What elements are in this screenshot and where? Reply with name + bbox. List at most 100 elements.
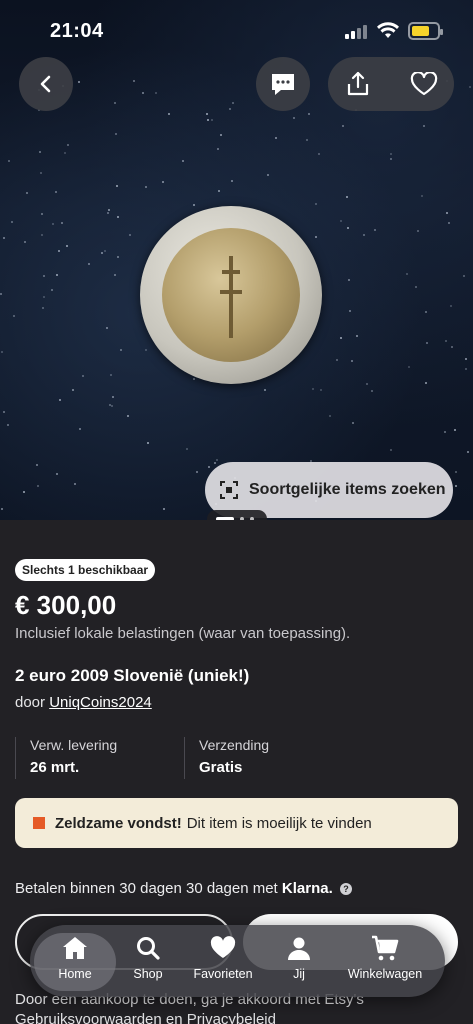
tax-note: Inclusief lokale belastingen (waar van t… — [15, 625, 351, 642]
photo-speck — [229, 108, 231, 110]
share-button[interactable] — [330, 57, 386, 111]
share-icon — [347, 71, 369, 96]
tab-favorites[interactable]: Favorieten — [188, 933, 258, 991]
photo-speck — [216, 459, 218, 461]
photo-speck — [117, 216, 119, 218]
photo-speck — [114, 274, 116, 276]
photo-speck — [351, 360, 353, 362]
photo-speck — [220, 134, 222, 136]
tab-shop[interactable]: Shop — [122, 933, 174, 991]
photo-speck — [116, 185, 118, 187]
photo-speck — [217, 148, 219, 150]
photo-speck — [196, 471, 198, 473]
photo-speck — [55, 191, 57, 193]
photo-speck — [11, 221, 13, 223]
photo-speck — [3, 411, 5, 413]
klarna-brand: Klarna. — [281, 880, 333, 897]
photo-speck — [390, 449, 392, 451]
photo-speck — [390, 158, 392, 160]
photo-speck — [329, 415, 331, 417]
photo-speck — [267, 174, 269, 176]
photo-speck — [43, 275, 45, 277]
photo-speck — [64, 152, 66, 154]
photo-speck — [352, 422, 354, 424]
photo-speck — [193, 204, 195, 206]
photo-speck — [82, 375, 84, 377]
home-icon — [63, 937, 87, 959]
photo-speck — [78, 81, 80, 83]
photo-speck — [347, 227, 349, 229]
photo-speck — [51, 289, 53, 291]
photo-speck — [390, 153, 392, 155]
photo-speck — [72, 389, 74, 391]
photo-speck — [275, 137, 277, 139]
status-time: 21:04 — [50, 20, 104, 42]
delivery-label: Verw. levering — [30, 737, 118, 753]
photo-speck — [111, 405, 113, 407]
seller-link[interactable]: UniqCoins2024 — [49, 694, 152, 711]
tab-shop-label: Shop — [133, 967, 163, 981]
photo-speck — [101, 252, 103, 254]
photo-speck — [208, 466, 210, 468]
photo-speck — [145, 186, 147, 188]
cart-icon — [372, 935, 399, 961]
photo-speck — [37, 485, 39, 487]
photo-speck — [1, 351, 3, 353]
photo-speck — [426, 342, 428, 344]
photo-speck — [348, 279, 350, 281]
photo-speck — [59, 399, 61, 401]
photo-speck — [8, 160, 10, 162]
delivery-info: Verw. levering 26 mrt. — [15, 737, 117, 779]
visual-search-icon — [220, 481, 238, 499]
klarna-line: Betalen binnen 30 dagen 30 dagen met Kla… — [15, 880, 352, 897]
photo-speck — [13, 315, 15, 317]
photo-speck — [79, 428, 81, 430]
price: € 300,00 — [15, 590, 117, 620]
photo-speck — [306, 139, 308, 141]
photo-speck — [469, 86, 471, 88]
photo-speck — [465, 358, 467, 360]
back-button[interactable] — [19, 57, 73, 111]
photo-speck — [408, 366, 410, 368]
tab-home[interactable]: Home — [34, 933, 116, 991]
photo-speck — [88, 263, 90, 265]
photo-speck — [42, 307, 44, 309]
photo-speck — [455, 485, 457, 487]
seller-line: door UniqCoins2024 — [15, 694, 152, 711]
klarna-info-icon[interactable]: ? — [339, 883, 352, 896]
photo-speck — [1, 508, 3, 510]
photo-speck — [366, 383, 368, 385]
favorite-button[interactable] — [396, 57, 452, 111]
tab-you[interactable]: Jij — [276, 933, 322, 991]
seller-prefix: door — [15, 694, 46, 711]
photo-speck — [3, 237, 5, 239]
photo-speck — [406, 273, 408, 275]
photo-speck — [182, 160, 184, 162]
image-pager-dots[interactable] — [207, 510, 267, 520]
photo-speck — [41, 213, 43, 215]
shipping-label: Verzending — [199, 737, 270, 753]
photo-speck — [207, 119, 209, 121]
photo-speck — [340, 220, 342, 222]
photo-speck — [162, 181, 164, 183]
photo-speck — [127, 415, 129, 417]
photo-speck — [142, 92, 144, 94]
photo-speck — [67, 144, 69, 146]
photo-speck — [218, 190, 220, 192]
photo-speck — [145, 349, 147, 351]
photo-speck — [374, 229, 376, 231]
tab-cart[interactable]: Winkelwagen — [340, 933, 430, 991]
legal-line-2[interactable]: Gebruiksvoorwaarden en Privacybeleid — [15, 1010, 364, 1024]
message-seller-button[interactable] — [256, 57, 310, 111]
rare-bold: Zeldzame vondst! — [55, 814, 182, 832]
availability-badge: Slechts 1 beschikbaar — [15, 559, 156, 581]
photo-speck — [52, 223, 54, 225]
photo-speck — [115, 133, 117, 135]
photo-speck — [450, 305, 452, 307]
photo-speck — [7, 424, 9, 426]
photo-speck — [107, 212, 109, 214]
photo-speck — [448, 222, 450, 224]
status-bar: 21:04 — [0, 0, 473, 60]
klarna-text: Betalen binnen 30 dagen 30 dagen met — [15, 880, 278, 897]
message-icon — [272, 74, 294, 95]
